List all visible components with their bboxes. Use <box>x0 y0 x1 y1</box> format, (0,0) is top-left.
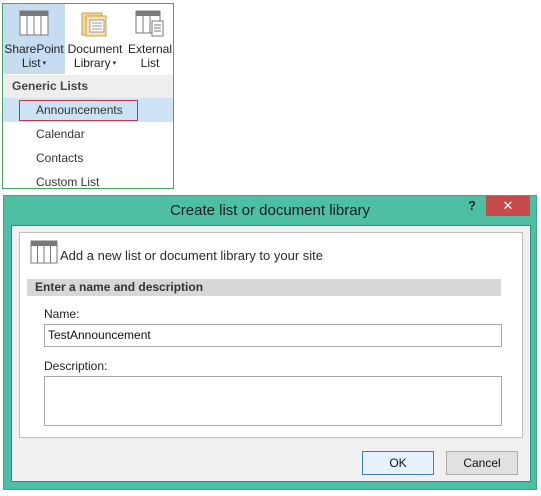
description-label: Description: <box>44 359 108 373</box>
external-list-line2: List <box>140 56 160 70</box>
menu-header-generic-lists: Generic Lists <box>3 75 173 98</box>
menu-item-contacts[interactable]: Contacts <box>3 146 173 170</box>
external-list-button[interactable]: External List <box>125 4 175 74</box>
menu-item-custom-list[interactable]: Custom List <box>3 170 173 194</box>
list-grid-icon <box>30 240 58 267</box>
description-textarea[interactable] <box>44 376 502 426</box>
dialog-title: Create list or document library <box>169 202 371 219</box>
ribbon-buttons: SharePoint List ▾ Document Library ▾ Ext… <box>3 4 173 74</box>
document-library-line2: Library <box>73 56 111 70</box>
sharepoint-list-line1: SharePoint <box>4 42 64 56</box>
ok-button[interactable]: OK <box>362 451 434 475</box>
list-grid-icon <box>19 10 49 39</box>
menu-item-calendar[interactable]: Calendar <box>3 122 173 146</box>
help-button[interactable]: ? <box>468 198 480 213</box>
external-list-line1: External <box>127 42 173 56</box>
menu-item-label: Announcements <box>36 103 123 117</box>
create-list-dialog: Create list or document library ? ✕ Add … <box>3 195 537 490</box>
chevron-down-icon: ▾ <box>42 60 47 67</box>
external-list-icon <box>135 10 165 41</box>
document-library-line1: Document <box>67 42 123 56</box>
chevron-down-icon: ▾ <box>112 60 117 67</box>
sharepoint-list-button[interactable]: SharePoint List ▾ <box>3 4 65 74</box>
name-label: Name: <box>44 307 80 321</box>
document-library-icon <box>80 10 110 41</box>
sharepoint-list-line2: List <box>21 56 41 70</box>
document-library-button[interactable]: Document Library ▾ <box>65 4 125 74</box>
close-icon: ✕ <box>502 198 514 213</box>
close-button[interactable]: ✕ <box>486 196 530 216</box>
dialog-body: Add a new list or document library to yo… <box>11 225 531 482</box>
dialog-heading: Add a new list or document library to yo… <box>60 248 324 263</box>
name-input[interactable]: TestAnnouncement <box>44 324 502 347</box>
cancel-button[interactable]: Cancel <box>446 451 518 475</box>
generic-lists-menu: Generic Lists Announcements Calendar Con… <box>3 75 173 194</box>
menu-item-announcements[interactable]: Announcements <box>3 98 173 122</box>
form-panel: Add a new list or document library to yo… <box>19 232 523 438</box>
section-header: Enter a name and description <box>27 279 501 296</box>
ribbon-list-dropdown: SharePoint List ▾ Document Library ▾ Ext… <box>2 3 174 189</box>
